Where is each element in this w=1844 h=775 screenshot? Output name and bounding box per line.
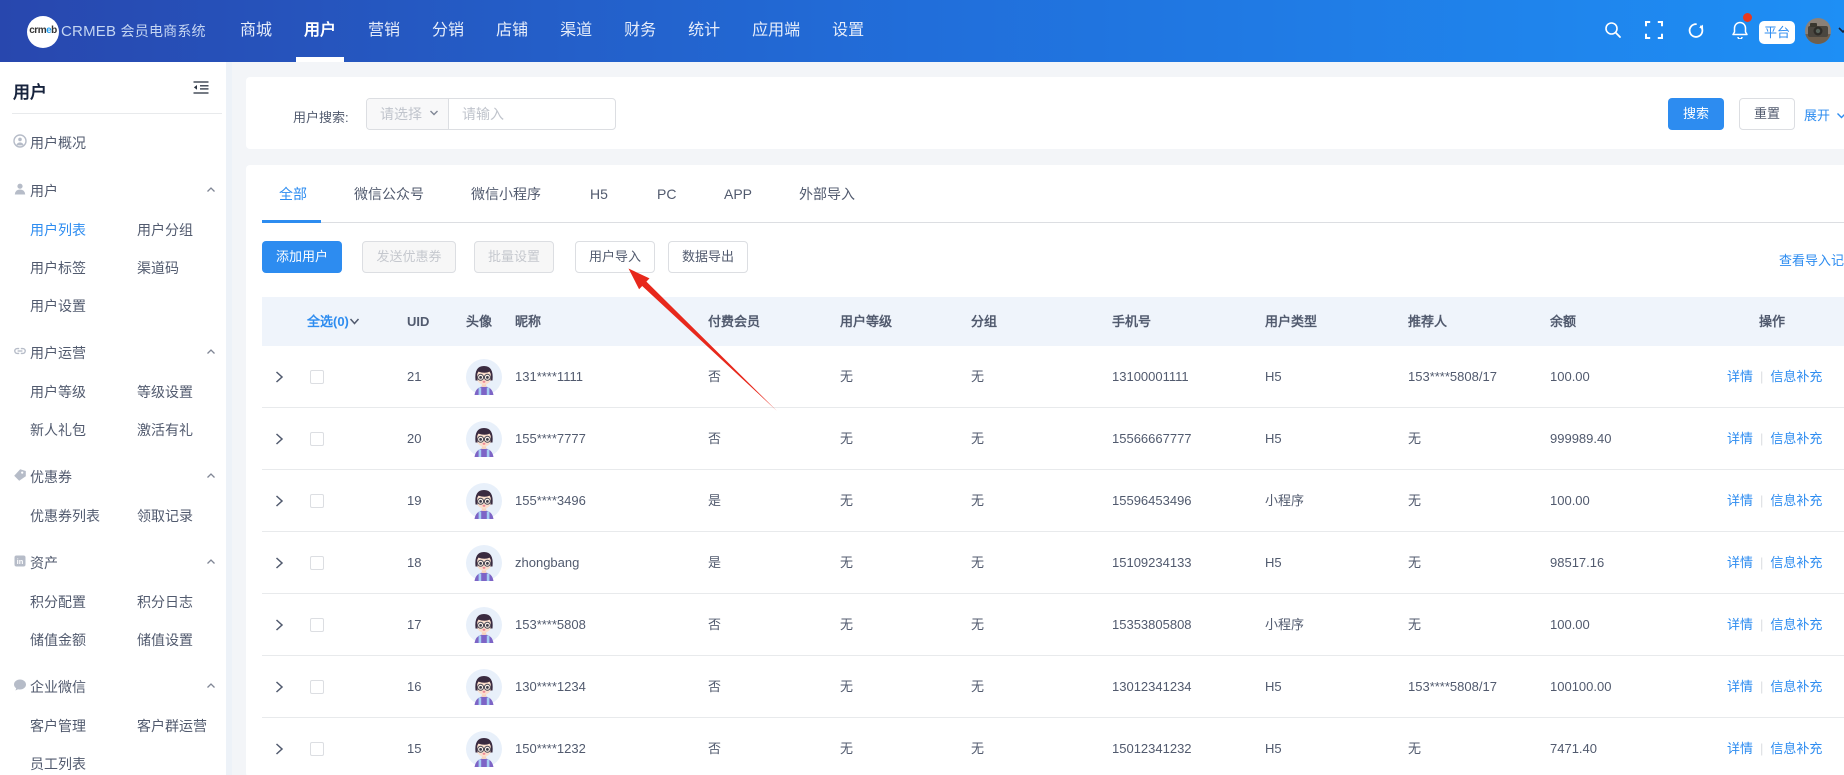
svg-text:in: in	[17, 557, 24, 566]
